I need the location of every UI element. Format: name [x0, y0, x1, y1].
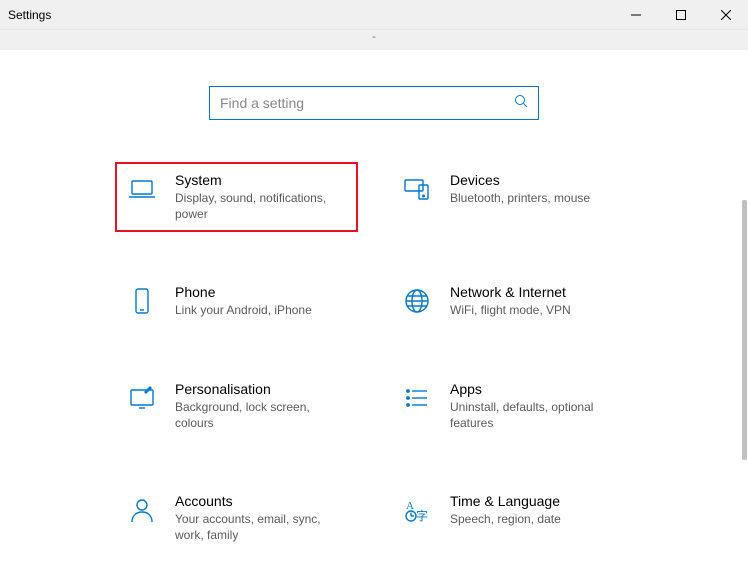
- tile-personalisation[interactable]: Personalisation Background, lock screen,…: [119, 375, 354, 437]
- tile-text: Phone Link your Android, iPhone: [175, 284, 312, 318]
- tile-devices[interactable]: Devices Bluetooth, printers, mouse: [394, 166, 629, 228]
- tile-title: Personalisation: [175, 381, 348, 397]
- search-container: [0, 50, 748, 156]
- search-box[interactable]: [209, 86, 539, 120]
- window-controls: [613, 0, 748, 29]
- devices-icon: [400, 172, 434, 206]
- globe-icon: [400, 284, 434, 318]
- personalisation-icon: [125, 381, 159, 415]
- laptop-icon: [125, 172, 159, 206]
- tile-accounts[interactable]: Accounts Your accounts, email, sync, wor…: [119, 487, 354, 549]
- tile-desc: Speech, region, date: [450, 511, 561, 527]
- tile-desc: Uninstall, defaults, optional features: [450, 399, 623, 431]
- tile-text: Accounts Your accounts, email, sync, wor…: [175, 493, 348, 543]
- close-button[interactable]: [703, 0, 748, 30]
- tile-phone[interactable]: Phone Link your Android, iPhone: [119, 278, 354, 324]
- minimize-button[interactable]: [613, 0, 658, 30]
- tile-system[interactable]: System Display, sound, notifications, po…: [119, 166, 354, 228]
- maximize-button[interactable]: [658, 0, 703, 30]
- tile-network[interactable]: Network & Internet WiFi, flight mode, VP…: [394, 278, 629, 324]
- tile-title: System: [175, 172, 348, 188]
- tile-desc: Link your Android, iPhone: [175, 302, 312, 318]
- tile-desc: Background, lock screen, colours: [175, 399, 348, 431]
- search-input[interactable]: [220, 95, 514, 111]
- tile-title: Network & Internet: [450, 284, 571, 300]
- time-language-icon: A字: [400, 493, 434, 527]
- tile-desc: Display, sound, notifications, power: [175, 190, 348, 222]
- tile-text: Personalisation Background, lock screen,…: [175, 381, 348, 431]
- tile-text: Network & Internet WiFi, flight mode, VP…: [450, 284, 571, 318]
- svg-text:A: A: [406, 500, 414, 512]
- tile-text: Time & Language Speech, region, date: [450, 493, 561, 527]
- tile-text: Apps Uninstall, defaults, optional featu…: [450, 381, 623, 431]
- tile-text: Devices Bluetooth, printers, mouse: [450, 172, 590, 206]
- tile-desc: Your accounts, email, sync, work, family: [175, 511, 348, 543]
- minimize-icon: [631, 10, 641, 20]
- settings-grid: System Display, sound, notifications, po…: [0, 156, 748, 571]
- search-icon: [514, 94, 528, 113]
- tile-title: Apps: [450, 381, 623, 397]
- apps-icon: [400, 381, 434, 415]
- scrollbar-thumb[interactable]: [742, 200, 747, 460]
- sub-titlebar: -: [0, 30, 748, 50]
- maximize-icon: [676, 10, 686, 20]
- tile-desc: Bluetooth, printers, mouse: [450, 190, 590, 206]
- titlebar: Settings: [0, 0, 748, 30]
- tile-title: Devices: [450, 172, 590, 188]
- tile-title: Phone: [175, 284, 312, 300]
- tile-time-language[interactable]: A字 Time & Language Speech, region, date: [394, 487, 629, 549]
- tile-apps[interactable]: Apps Uninstall, defaults, optional featu…: [394, 375, 629, 437]
- svg-text:字: 字: [416, 508, 428, 523]
- content-area: System Display, sound, notifications, po…: [0, 50, 748, 571]
- close-icon: [721, 10, 731, 20]
- tile-text: System Display, sound, notifications, po…: [175, 172, 348, 222]
- tile-title: Time & Language: [450, 493, 561, 509]
- phone-icon: [125, 284, 159, 318]
- window-title: Settings: [0, 8, 51, 22]
- tile-title: Accounts: [175, 493, 348, 509]
- tile-desc: WiFi, flight mode, VPN: [450, 302, 571, 318]
- person-icon: [125, 493, 159, 527]
